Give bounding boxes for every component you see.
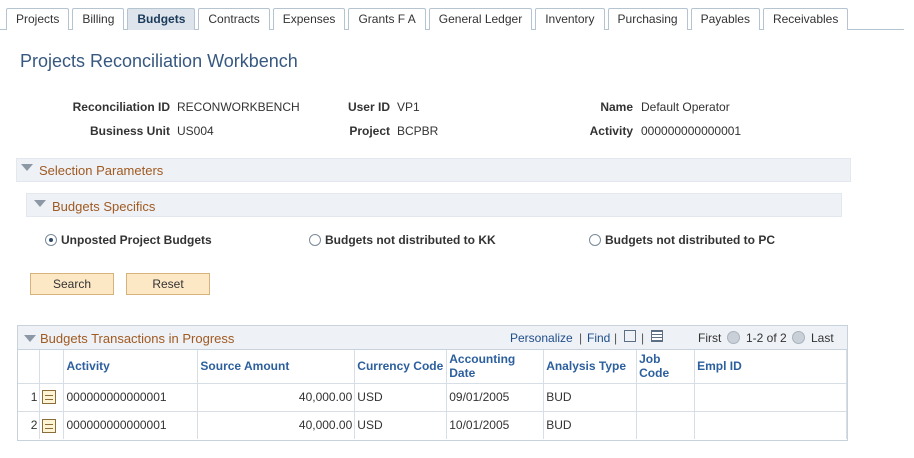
radio-budgets-not-distributed-pc[interactable]: Budgets not distributed to PC: [589, 233, 775, 247]
column-header-empl-id[interactable]: Empl ID: [694, 350, 847, 383]
tab-purchasing[interactable]: Purchasing: [607, 8, 688, 30]
column-header-activity[interactable]: Activity: [63, 350, 199, 383]
table-header-row: Activity Source Amount Currency Code Acc…: [18, 350, 847, 383]
collapse-triangle-icon[interactable]: [24, 335, 36, 342]
tab-projects[interactable]: Projects: [6, 8, 70, 30]
business-unit-label: Business Unit: [89, 124, 170, 138]
nav-separator: |: [614, 331, 618, 345]
find-link[interactable]: Find: [587, 331, 610, 345]
cell-accounting-date: 09/01/2005: [446, 382, 545, 411]
row-icon-header: [39, 350, 65, 383]
row-detail-cell: [39, 382, 65, 411]
nav-separator: |: [641, 331, 645, 345]
cell-accounting-date: 10/01/2005: [446, 410, 545, 439]
reconciliation-id-label: Reconciliation ID: [72, 100, 170, 114]
last-label: Last: [811, 331, 834, 345]
table-row: 2 000000000000001 40,000.00 USD 10/01/20…: [18, 410, 847, 439]
activity-value: 000000000000001: [641, 124, 742, 138]
activity-label: Activity: [589, 124, 633, 138]
grid-title-bar: Budgets Transactions in Progress Persona…: [18, 326, 847, 350]
collapse-triangle-icon[interactable]: [21, 164, 33, 171]
cell-analysis-type: BUD: [543, 410, 638, 439]
transactions-table: Activity Source Amount Currency Code Acc…: [18, 350, 847, 439]
view-all-icon[interactable]: [624, 330, 636, 342]
budgets-specifics-title: Budgets Specifics: [52, 199, 156, 214]
column-header-accounting-date[interactable]: Accounting Date: [446, 350, 545, 383]
project-value: BCPBR: [397, 124, 439, 138]
next-arrow-icon[interactable]: [792, 331, 805, 344]
radio-selected-icon[interactable]: [45, 234, 57, 246]
user-id-value: VP1: [397, 100, 420, 114]
cell-source-amount: 40,000.00: [197, 410, 356, 439]
radio-label: Budgets not distributed to PC: [605, 233, 775, 247]
detail-icon[interactable]: [42, 418, 57, 433]
tab-contracts[interactable]: Contracts: [198, 8, 270, 30]
page-range: 1-2 of 2: [746, 331, 787, 345]
detail-icon[interactable]: [42, 390, 57, 405]
previous-arrow-icon[interactable]: [727, 331, 740, 344]
download-grid-icon[interactable]: [651, 330, 663, 342]
personalize-link[interactable]: Personalize: [510, 331, 573, 345]
cell-analysis-type: BUD: [543, 382, 638, 411]
cell-source-amount: 40,000.00: [197, 382, 356, 411]
reset-button[interactable]: Reset: [126, 273, 210, 295]
name-label: Name: [600, 100, 633, 114]
row-number-header: [18, 350, 41, 383]
tab-receivables[interactable]: Receivables: [762, 8, 849, 30]
grid-title: Budgets Transactions in Progress: [40, 331, 235, 346]
search-button[interactable]: Search: [30, 273, 114, 295]
column-header-currency-code[interactable]: Currency Code: [354, 350, 448, 383]
project-label: Project: [349, 124, 390, 138]
budgets-specifics-header[interactable]: Budgets Specifics: [26, 193, 842, 217]
column-header-job-code[interactable]: Job Code: [636, 350, 696, 383]
row-detail-cell: [39, 410, 65, 439]
row-number: 1: [18, 382, 41, 411]
nav-separator: |: [579, 331, 583, 345]
page-title: Projects Reconciliation Workbench: [20, 51, 298, 71]
first-label: First: [698, 331, 722, 345]
radio-unposted-project-budgets[interactable]: Unposted Project Budgets: [45, 233, 212, 247]
radio-unselected-icon[interactable]: [589, 234, 601, 246]
selection-parameters-header[interactable]: Selection Parameters: [16, 158, 851, 182]
reconciliation-id-value: RECONWORKBENCH: [177, 100, 300, 114]
cell-activity: 000000000000001: [63, 410, 199, 439]
tab-budgets[interactable]: Budgets: [127, 8, 196, 30]
tab-bar: Projects Billing Budgets Contracts Expen…: [0, 0, 914, 31]
radio-unselected-icon[interactable]: [309, 234, 321, 246]
column-header-analysis-type[interactable]: Analysis Type: [543, 350, 638, 383]
tab-billing[interactable]: Billing: [72, 8, 125, 30]
user-id-label: User ID: [347, 100, 390, 114]
budgets-transactions-grid: Budgets Transactions in Progress Persona…: [17, 325, 848, 441]
cell-activity: 000000000000001: [63, 382, 199, 411]
cell-job-code: [636, 410, 696, 439]
tab-general-ledger[interactable]: General Ledger: [428, 8, 533, 30]
tab-expenses[interactable]: Expenses: [272, 8, 346, 30]
tab-payables[interactable]: Payables: [690, 8, 760, 30]
row-number: 2: [18, 410, 41, 439]
business-unit-value: US004: [177, 124, 214, 138]
table-row: 1 000000000000001 40,000.00 USD 09/01/20…: [18, 382, 847, 411]
radio-label: Budgets not distributed to KK: [325, 233, 496, 247]
cell-currency-code: USD: [354, 382, 448, 411]
name-value: Default Operator: [641, 100, 730, 114]
radio-label: Unposted Project Budgets: [61, 233, 212, 247]
selection-parameters-title: Selection Parameters: [39, 163, 164, 178]
cell-empl-id: [694, 382, 847, 411]
tab-inventory[interactable]: Inventory: [535, 8, 605, 30]
tab-list: Projects Billing Budgets Contracts Expen…: [6, 8, 851, 30]
radio-budgets-not-distributed-kk[interactable]: Budgets not distributed to KK: [309, 233, 496, 247]
column-header-source-amount[interactable]: Source Amount: [197, 350, 356, 383]
cell-job-code: [636, 382, 696, 411]
collapse-triangle-icon[interactable]: [34, 200, 46, 207]
cell-currency-code: USD: [354, 410, 448, 439]
tab-grants-fa[interactable]: Grants F A: [348, 8, 426, 30]
cell-empl-id: [694, 410, 847, 439]
